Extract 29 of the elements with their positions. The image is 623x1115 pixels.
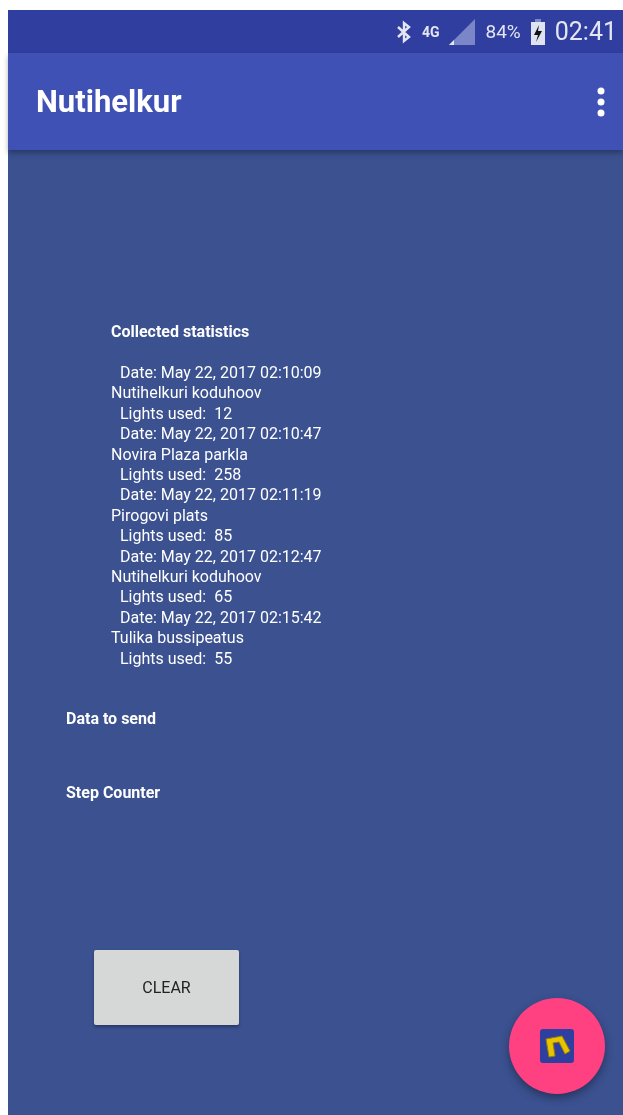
statistic-detail: Date: May 22, 2017 02:10:47 xyxy=(120,424,322,445)
location-name: Tulika bussipeatus xyxy=(111,628,244,649)
statistic-detail: Lights used: 55 xyxy=(120,648,233,670)
statistic-detail: Date: May 22, 2017 02:11:19 xyxy=(120,485,322,506)
statistic-detail: Lights used: 12 xyxy=(120,403,233,425)
clear-button[interactable]: CLEAR xyxy=(94,950,239,1026)
battery-charging-icon xyxy=(530,18,545,45)
statistic-detail: Date: May 22, 2017 02:15:42 xyxy=(120,607,322,629)
location-name: Nutihelkuri koduhoov xyxy=(111,383,262,404)
network-type: 4G xyxy=(421,23,440,40)
location-name: Novira Plaza parkla xyxy=(111,444,248,466)
battery-percent: 84% xyxy=(485,20,521,43)
app-title: Nutihelkur xyxy=(36,83,182,120)
statistic-detail: Date: May 22, 2017 02:10:09 xyxy=(120,363,322,384)
status-time: 02:41 xyxy=(554,17,617,46)
signal-icon xyxy=(449,18,476,45)
bluetooth-icon xyxy=(395,19,412,44)
statistic-detail: Lights used: 85 xyxy=(120,526,233,547)
section-heading: Data to send xyxy=(66,709,156,729)
statistic-detail: Lights used: 258 xyxy=(120,465,242,486)
statistic-detail: Lights used: 65 xyxy=(120,587,233,608)
location-name: Nutihelkuri koduhoov xyxy=(111,567,262,588)
statistic-detail: Date: May 22, 2017 02:12:47 xyxy=(120,546,322,568)
location-name: Pirogovi plats xyxy=(111,505,209,527)
section-heading: Step Counter xyxy=(66,783,161,803)
app-logo-icon xyxy=(540,1029,574,1063)
statistics-heading: Collected statistics xyxy=(111,322,250,341)
overflow-menu-icon[interactable] xyxy=(597,86,605,117)
floating-action-button[interactable] xyxy=(509,998,605,1094)
